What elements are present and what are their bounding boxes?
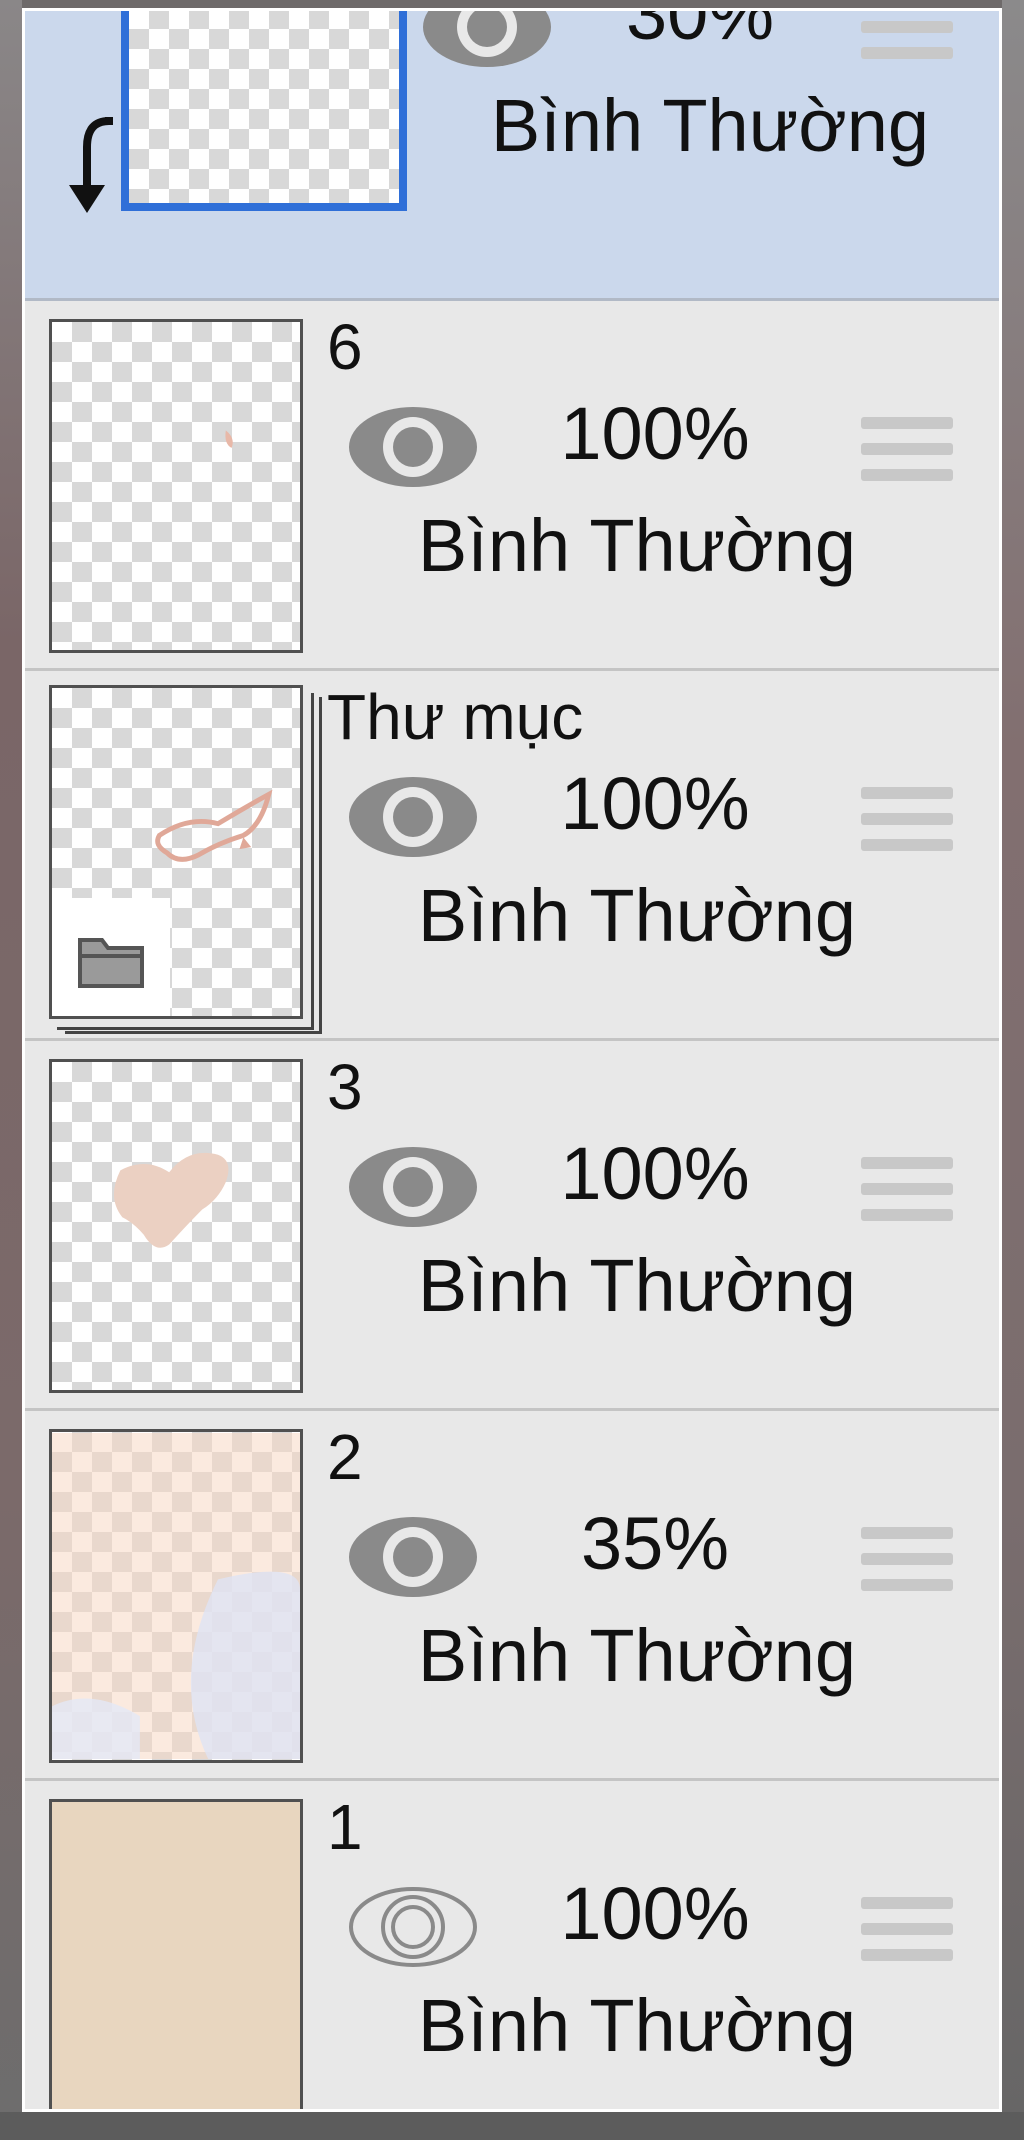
layer-thumbnail[interactable] — [49, 319, 303, 653]
layer-blend-mode[interactable]: Bình Thường — [430, 89, 990, 163]
layer-opacity[interactable]: 100% — [505, 1877, 805, 1951]
background-canvas-right — [1002, 0, 1024, 2140]
eye-visible-icon[interactable] — [347, 1511, 479, 1603]
layer-opacity[interactable]: 35% — [505, 1507, 805, 1581]
layer-name: 1 — [327, 1791, 363, 1863]
drag-handle-icon[interactable] — [861, 1157, 953, 1221]
layer-name: Thư mục — [327, 681, 584, 753]
eye-visible-icon[interactable] — [347, 401, 479, 493]
layer-blend-mode[interactable]: Bình Thường — [317, 509, 957, 583]
layer-row[interactable]: 6 100% Bình Thường — [25, 301, 999, 671]
layer-row[interactable]: 3 100% Bình Thường — [25, 1041, 999, 1411]
layer-thumbnail[interactable] — [49, 1059, 303, 1393]
folder-badge — [52, 898, 170, 1016]
layer-blend-mode[interactable]: Bình Thường — [317, 1619, 957, 1693]
drag-handle-icon[interactable] — [861, 11, 953, 59]
layer-opacity[interactable]: 100% — [505, 767, 805, 841]
layer-opacity[interactable]: 30% — [585, 11, 815, 51]
layer-row-folder[interactable]: Thư mục 100% Bình Thường — [25, 671, 999, 1041]
layer-name: 3 — [327, 1051, 363, 1123]
layer-row[interactable]: 1 100% Bình Thường — [25, 1781, 999, 2109]
layer-art — [113, 1152, 229, 1248]
bottom-strip — [0, 2112, 1024, 2140]
layer-thumbnail[interactable] — [49, 1799, 303, 2109]
drag-handle-icon[interactable] — [861, 1897, 953, 1961]
background-canvas-left — [0, 0, 22, 2140]
layer-art — [225, 430, 233, 448]
layer-blend-mode[interactable]: Bình Thường — [317, 1989, 957, 2063]
layer-blend-mode[interactable]: Bình Thường — [317, 1249, 957, 1323]
eye-visible-icon[interactable] — [421, 8, 553, 73]
layers-panel: 30% Bình Thường 6 100% Bình Thường Thư m… — [22, 8, 1002, 2112]
folder-thumbnail[interactable] — [49, 685, 303, 1019]
layer-name: 6 — [327, 311, 363, 383]
eye-visible-icon[interactable] — [347, 1141, 479, 1233]
eye-hidden-icon[interactable] — [347, 1881, 479, 1973]
layer-opacity[interactable]: 100% — [505, 397, 805, 471]
layer-opacity[interactable]: 100% — [505, 1137, 805, 1211]
layer-blend-mode[interactable]: Bình Thường — [317, 879, 957, 953]
folder-icon — [78, 938, 144, 988]
layer-row-selected[interactable]: 30% Bình Thường — [25, 8, 999, 301]
drag-handle-icon[interactable] — [861, 417, 953, 481]
eye-visible-icon[interactable] — [347, 771, 479, 863]
layer-thumbnail[interactable] — [121, 11, 407, 211]
layer-thumbnail[interactable] — [49, 1429, 303, 1763]
drag-handle-icon[interactable] — [861, 1527, 953, 1591]
layer-art — [52, 1432, 300, 1760]
drag-handle-icon[interactable] — [861, 787, 953, 851]
clipping-arrow-icon — [69, 117, 113, 213]
layer-name: 2 — [327, 1421, 363, 1493]
layer-row[interactable]: 2 35% Bình Thường — [25, 1411, 999, 1781]
